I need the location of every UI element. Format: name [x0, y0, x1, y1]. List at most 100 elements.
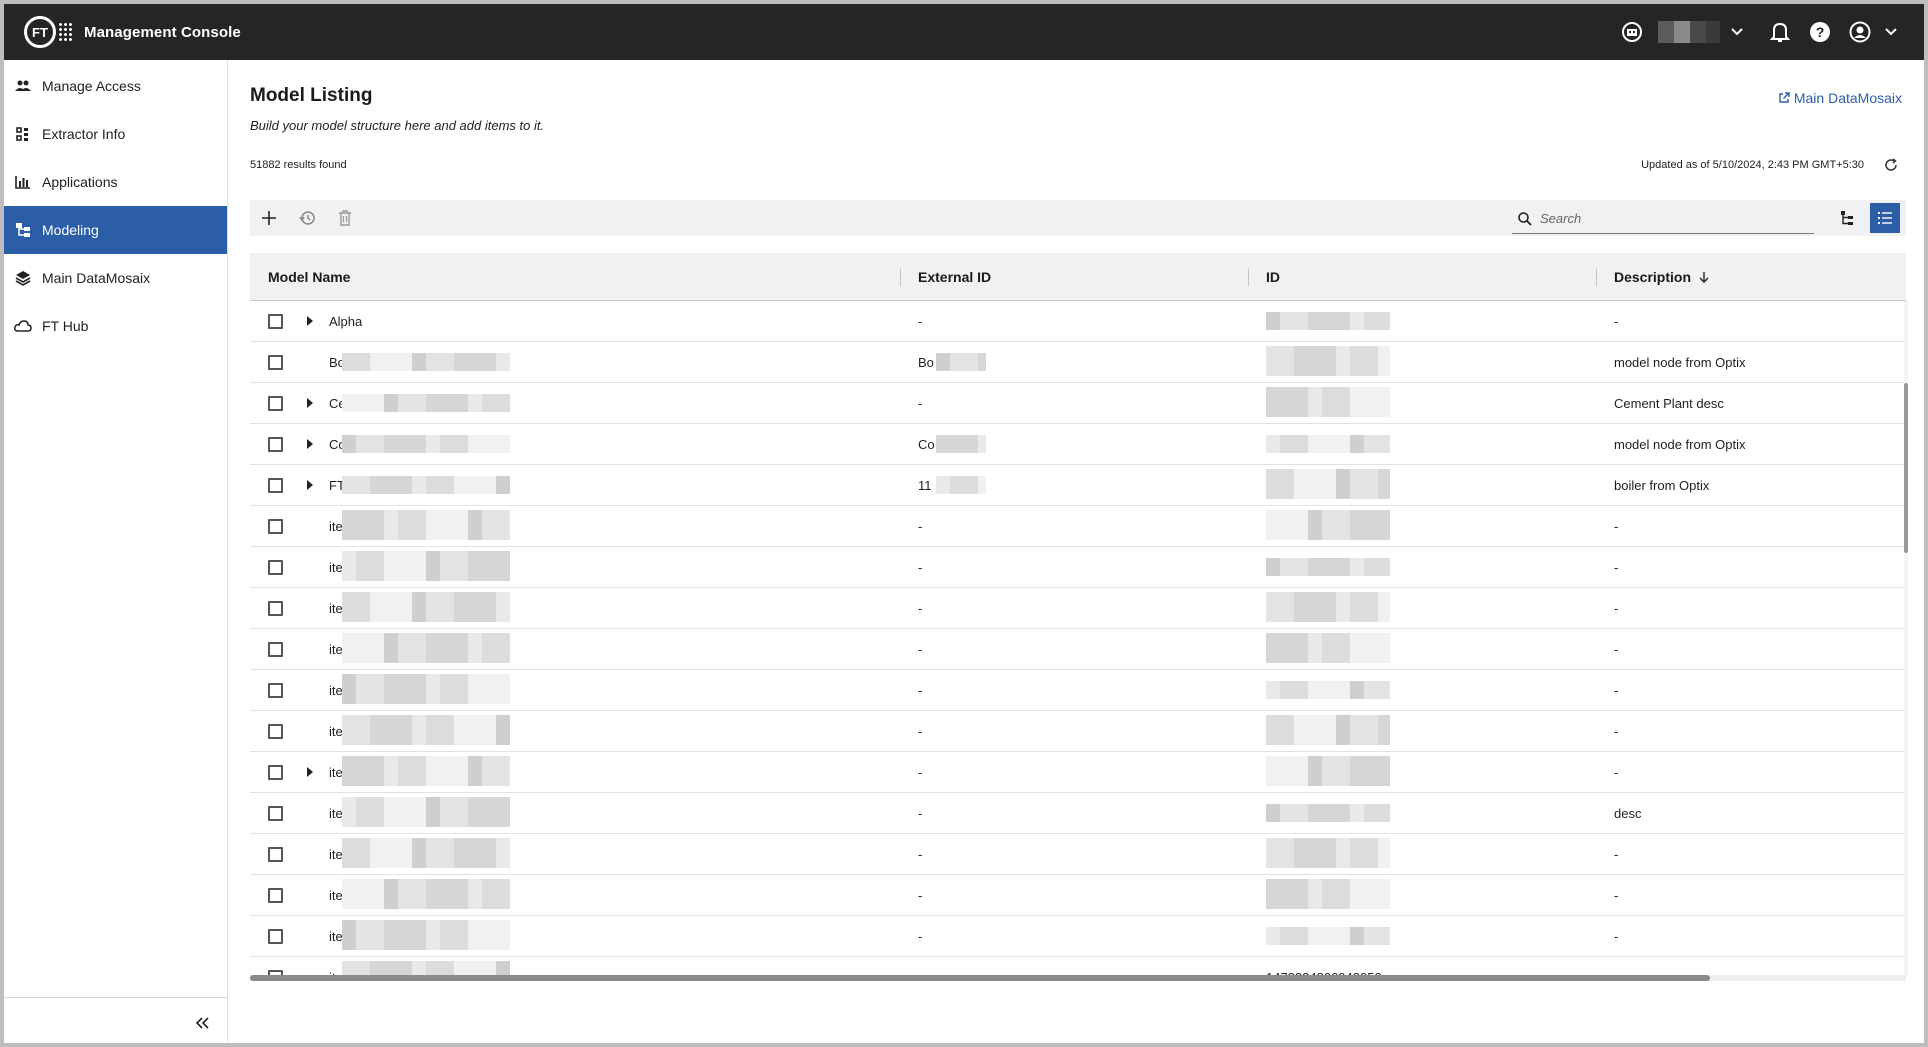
table-toolbar	[250, 200, 1906, 236]
table-row[interactable]: ite - -	[250, 916, 1906, 957]
trash-icon	[339, 210, 351, 226]
redacted-pixel-block	[398, 879, 426, 909]
link-label: Main DataMosaix	[1793, 90, 1902, 106]
redacted-pixel-block	[496, 592, 510, 622]
redacted-pixel-block	[454, 715, 496, 745]
sidebar-item-label: Modeling	[42, 222, 99, 238]
row-checkbox[interactable]	[268, 765, 283, 780]
account-name-redacted[interactable]	[1658, 20, 1724, 44]
column-divider[interactable]	[900, 268, 901, 286]
chevron-down-icon[interactable]	[1880, 12, 1902, 52]
redacted-pixel-block	[1322, 633, 1350, 663]
chevron-down-icon[interactable]	[1726, 12, 1748, 52]
redacted-pixel-block	[1308, 312, 1350, 330]
row-checkbox[interactable]	[268, 396, 283, 411]
table-row[interactable]: ite - -	[250, 547, 1906, 588]
table-row[interactable]: ite - -	[250, 834, 1906, 875]
table-row[interactable]: Co Co model node from Optix	[250, 424, 1906, 465]
scrollbar-thumb[interactable]	[250, 975, 1710, 981]
row-checkbox[interactable]	[268, 683, 283, 698]
column-divider[interactable]	[1596, 268, 1597, 286]
list-view-button[interactable]	[1870, 203, 1900, 233]
redacted-pixel-block	[440, 797, 468, 827]
table-row[interactable]: ite - -	[250, 875, 1906, 916]
cell-external-id: -	[918, 519, 923, 534]
row-checkbox[interactable]	[268, 478, 283, 493]
redacted-pixel-block	[1308, 756, 1322, 786]
redacted-pixel-block	[426, 353, 454, 371]
table-row[interactable]: Alpha - -	[250, 301, 1906, 342]
refresh-icon[interactable]	[1880, 154, 1902, 176]
column-header-description[interactable]: Description	[1614, 253, 1709, 301]
user-avatar-icon[interactable]	[1840, 12, 1880, 52]
table-row[interactable]: Ce - Cement Plant desc	[250, 383, 1906, 424]
redacted-pixel-block	[370, 838, 412, 868]
expand-caret-icon[interactable]	[307, 767, 313, 777]
redacted-pixel-block	[1294, 346, 1336, 376]
add-button[interactable]	[250, 200, 288, 236]
sidebar-item-extractor-info[interactable]: Extractor Info	[4, 110, 227, 158]
sidebar-item-applications[interactable]: Applications	[4, 158, 227, 206]
delete-button[interactable]	[326, 200, 364, 236]
scrollbar-thumb[interactable]	[1904, 383, 1908, 553]
ft-logo[interactable]: FT	[22, 12, 74, 52]
redacted-pixel-block	[1280, 558, 1308, 576]
plus-icon	[262, 211, 276, 225]
table-row[interactable]: ite - -	[250, 588, 1906, 629]
row-checkbox[interactable]	[268, 929, 283, 944]
table-row[interactable]: ite - -	[250, 670, 1906, 711]
search-input[interactable]	[1540, 211, 1800, 226]
horizontal-scrollbar[interactable]	[250, 975, 1906, 981]
column-header-id[interactable]: ID	[1266, 253, 1280, 301]
expand-caret-icon[interactable]	[307, 316, 313, 326]
grid-tree-icon	[12, 123, 34, 145]
redacted-pixel-block	[356, 551, 384, 581]
row-checkbox[interactable]	[268, 724, 283, 739]
redacted-pixel-block	[1336, 346, 1350, 376]
tenant-icon[interactable]	[1612, 12, 1652, 52]
column-divider[interactable]	[1248, 268, 1249, 286]
table-row[interactable]: ite - desc	[250, 793, 1906, 834]
row-checkbox[interactable]	[268, 314, 283, 329]
redacted-pixel-block	[1350, 756, 1390, 786]
expand-caret-icon[interactable]	[307, 439, 313, 449]
table-row[interactable]: ite - -	[250, 752, 1906, 793]
redacted-pixel-block	[1378, 346, 1390, 376]
expand-caret-icon[interactable]	[307, 480, 313, 490]
restore-button[interactable]	[288, 200, 326, 236]
redacted-pixel-block	[1294, 715, 1336, 745]
redacted-pixel-block	[356, 920, 384, 950]
main-datamosaix-link[interactable]: Main DataMosaix	[1778, 90, 1902, 106]
row-checkbox[interactable]	[268, 806, 283, 821]
redacted-pixel-block	[1378, 715, 1390, 745]
row-checkbox[interactable]	[268, 437, 283, 452]
column-header-model-name[interactable]: Model Name	[268, 253, 350, 301]
row-checkbox[interactable]	[268, 519, 283, 534]
expand-caret-icon[interactable]	[307, 398, 313, 408]
redacted-pixel-block	[342, 633, 384, 663]
collapse-sidebar-icon[interactable]	[188, 1009, 216, 1037]
redacted-pixel-block	[1336, 469, 1350, 499]
row-checkbox[interactable]	[268, 601, 283, 616]
row-checkbox[interactable]	[268, 642, 283, 657]
sidebar-item-manage-access[interactable]: Manage Access	[4, 62, 227, 110]
table-row[interactable]: ite - -	[250, 629, 1906, 670]
table-header: Model Name External ID ID Description	[250, 253, 1906, 301]
row-checkbox[interactable]	[268, 355, 283, 370]
sidebar-item-main-datamosaix[interactable]: Main DataMosaix	[4, 254, 227, 302]
table-row[interactable]: ite - -	[250, 711, 1906, 752]
row-checkbox[interactable]	[268, 888, 283, 903]
sidebar: Manage Access Extractor Info Application…	[4, 60, 228, 1043]
help-icon[interactable]: ?	[1800, 12, 1840, 52]
sidebar-item-modeling[interactable]: Modeling	[4, 206, 227, 254]
sidebar-item-ft-hub[interactable]: FT Hub	[4, 302, 227, 350]
vertical-scrollbar[interactable]	[1904, 301, 1908, 975]
table-row[interactable]: ite - -	[250, 506, 1906, 547]
column-header-external-id[interactable]: External ID	[918, 253, 991, 301]
bell-icon[interactable]	[1760, 12, 1800, 52]
table-row[interactable]: FT 11 boiler from Optix	[250, 465, 1906, 506]
row-checkbox[interactable]	[268, 847, 283, 862]
tree-view-button[interactable]	[1832, 203, 1862, 233]
table-row[interactable]: Bo Bo model node from Optix	[250, 342, 1906, 383]
row-checkbox[interactable]	[268, 560, 283, 575]
